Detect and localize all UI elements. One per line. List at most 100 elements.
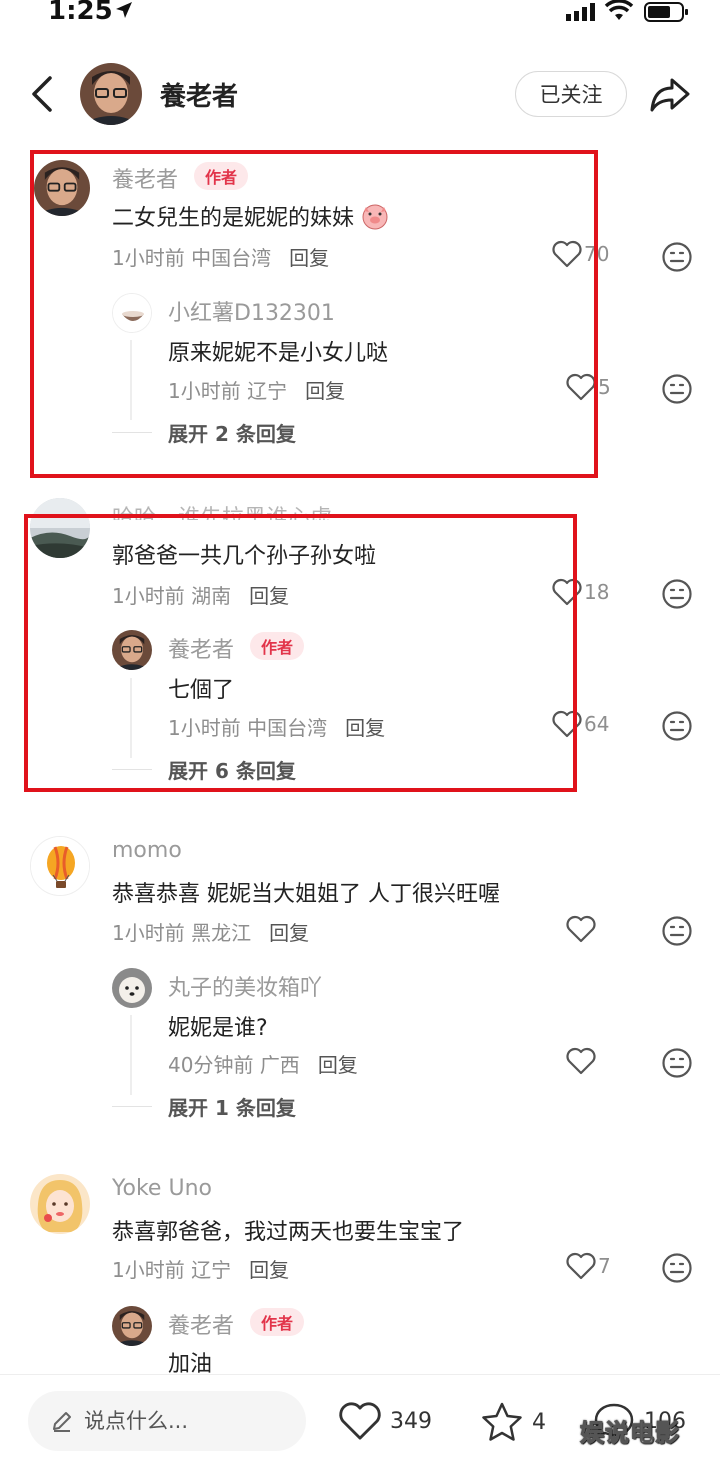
comment-username[interactable]: Yoke Uno <box>112 1176 212 1201</box>
reply-meta: 1小时前 辽宁 回复 <box>168 379 346 403</box>
expand-replies-button[interactable]: 展开 1 条回复 <box>112 1092 296 1121</box>
heart-icon <box>566 1047 596 1075</box>
header: 養老者 已关注 <box>0 60 720 130</box>
like-button[interactable]: 7 <box>566 1252 611 1280</box>
like-button[interactable]: 64 <box>552 710 609 738</box>
reply-button[interactable]: 回复 <box>318 1053 358 1077</box>
like-button[interactable]: 5 <box>566 373 611 401</box>
comment-meta: 1小时前 黑龙江 回复 <box>112 921 310 945</box>
heart-icon <box>566 915 596 943</box>
thread-line <box>130 340 132 420</box>
comment-avatar[interactable] <box>30 498 90 558</box>
like-post-button[interactable]: 349 <box>338 1401 432 1441</box>
reply-button[interactable]: 回复 <box>345 716 385 740</box>
status-time: 1:25 <box>48 0 113 26</box>
expand-replies-label: 展开 1 条回复 <box>168 1096 296 1120</box>
comment-meta: 1小时前 辽宁 回复 <box>112 1258 290 1282</box>
star-post-button[interactable]: 4 <box>480 1401 546 1443</box>
comment-username[interactable]: 養老者 <box>112 162 178 194</box>
comment-input[interactable] <box>84 1409 284 1433</box>
heart-icon <box>552 710 582 738</box>
reply-button[interactable]: 回复 <box>269 921 309 945</box>
comment-text: 恭喜郭爸爸，我过两天也要生宝宝了 <box>112 1220 465 1245</box>
comment-meta: 1小时前 中国台湾 回复 <box>112 246 330 270</box>
comment-text: 恭喜恭喜 妮妮当大姐姐了 人丁很兴旺喔 <box>112 882 500 907</box>
pencil-icon <box>53 1412 71 1432</box>
reply-meta: 1小时前 中国台湾 回复 <box>168 716 386 740</box>
comment-text: 二女兒生的是妮妮的妹妹 <box>112 200 389 236</box>
reply-username[interactable]: 丸子的美妆箱吖 <box>168 970 322 1002</box>
dislike-face-icon[interactable] <box>661 710 693 746</box>
reply-button[interactable]: 回复 <box>249 584 289 608</box>
comment-text: 郭爸爸一共几个孙子孙女啦 <box>112 544 377 569</box>
star-icon <box>482 1402 522 1441</box>
like-count: 7 <box>598 1254 611 1278</box>
following-button[interactable]: 已关注 <box>515 71 627 117</box>
reply-text: 妮妮是谁? <box>168 1016 268 1041</box>
like-button[interactable] <box>566 915 596 943</box>
comment-avatar[interactable] <box>30 836 90 896</box>
reply-avatar[interactable] <box>112 1306 152 1346</box>
divider <box>112 1105 152 1108</box>
comment-avatar[interactable] <box>30 1174 90 1234</box>
dislike-face-icon[interactable] <box>661 1047 693 1083</box>
reply-username[interactable]: 養老者 <box>168 632 234 664</box>
comment-username[interactable]: momo <box>112 838 182 863</box>
author-badge: 作者 <box>250 1308 305 1336</box>
expand-replies-label: 展开 2 条回复 <box>168 422 296 446</box>
dislike-face-icon[interactable] <box>661 578 693 614</box>
location-arrow-icon <box>114 0 134 24</box>
share-icon[interactable] <box>648 74 692 118</box>
reply-avatar[interactable] <box>112 293 152 333</box>
like-button[interactable] <box>566 1047 596 1075</box>
reply-username[interactable]: 養老者 <box>168 1308 234 1340</box>
heart-icon <box>566 1252 596 1280</box>
signal-icon <box>566 3 598 25</box>
like-total: 349 <box>390 1408 432 1434</box>
expand-replies-button[interactable]: 展开 2 条回复 <box>112 418 296 447</box>
divider <box>112 431 152 434</box>
author-avatar[interactable] <box>80 63 142 125</box>
wifi-icon <box>604 0 634 26</box>
like-count: 5 <box>598 375 611 399</box>
reply-text: 原来妮妮不是小女儿哒 <box>168 341 389 366</box>
page-title: 養老者 <box>160 82 239 112</box>
reply-username[interactable]: 小红薯D132301 <box>168 295 335 327</box>
like-count: 70 <box>584 242 610 266</box>
reply-text: 七個了 <box>168 678 235 703</box>
reply-avatar[interactable] <box>112 968 152 1008</box>
dislike-face-icon[interactable] <box>661 373 693 409</box>
like-button[interactable]: 18 <box>552 578 609 606</box>
battery-icon <box>644 1 690 27</box>
dislike-face-icon[interactable] <box>661 1252 693 1288</box>
watermark: 娱说电影 <box>580 1419 680 1448</box>
reply-button[interactable]: 回复 <box>289 246 329 270</box>
divider <box>112 768 152 771</box>
author-badge: 作者 <box>194 162 249 190</box>
star-total: 4 <box>532 1409 546 1435</box>
back-chevron-icon[interactable] <box>28 74 56 118</box>
expand-replies-button[interactable]: 展开 6 条回复 <box>112 755 296 784</box>
comment-avatar[interactable] <box>34 160 90 216</box>
dislike-face-icon[interactable] <box>661 915 693 951</box>
comment-input-pill[interactable] <box>28 1391 306 1451</box>
reply-button[interactable]: 回复 <box>305 379 345 403</box>
status-bar: 1:25 <box>0 0 720 34</box>
comment-username[interactable]: 哈哈，谁先拉黑谁心虚 <box>112 500 332 520</box>
author-badge: 作者 <box>250 632 305 660</box>
expand-replies-label: 展开 6 条回复 <box>168 759 296 783</box>
reply-button[interactable]: 回复 <box>249 1258 289 1282</box>
dislike-face-icon[interactable] <box>661 241 693 277</box>
heart-icon <box>552 578 582 606</box>
pig-emoji-icon <box>361 202 389 236</box>
like-count: 18 <box>584 580 610 604</box>
like-count: 64 <box>584 712 610 736</box>
like-button[interactable]: 70 <box>552 240 609 268</box>
comment-meta: 1小时前 湖南 回复 <box>112 584 290 608</box>
heart-icon <box>566 373 596 401</box>
thread-line <box>130 1015 132 1095</box>
reply-avatar[interactable] <box>112 630 152 670</box>
heart-icon <box>339 1402 381 1440</box>
heart-icon <box>552 240 582 268</box>
bottom-action-bar: 349 4 106 娱说电影 <box>0 1374 720 1464</box>
